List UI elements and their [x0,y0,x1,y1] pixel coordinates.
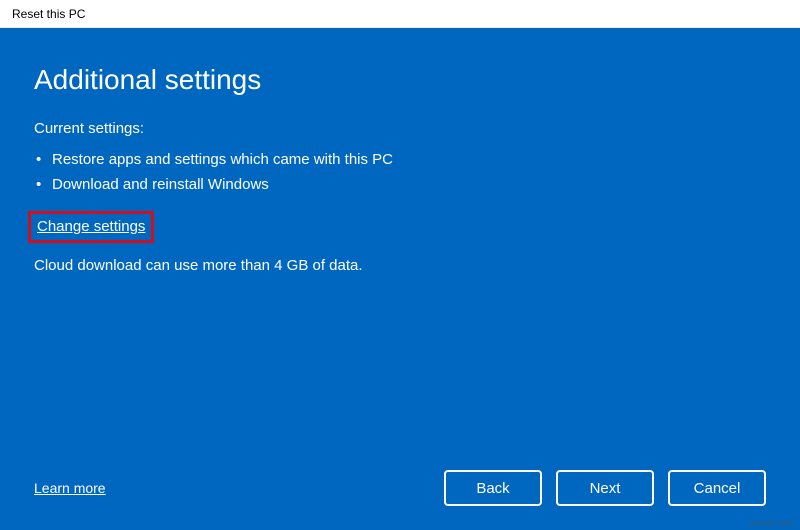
footer: Learn more Back Next Cancel [34,460,766,506]
change-settings-link[interactable]: Change settings [37,218,145,235]
reset-pc-window: Reset this PC Additional settings Curren… [0,0,800,530]
titlebar: Reset this PC [0,0,800,28]
back-button[interactable]: Back [444,470,542,506]
next-button[interactable]: Next [556,470,654,506]
settings-bullet-list: Restore apps and settings which came wit… [34,147,766,197]
button-row: Back Next Cancel [444,470,766,506]
window-title: Reset this PC [12,7,85,21]
change-settings-wrap: Change settings [28,211,154,243]
watermark: wsxdn.com [749,518,794,528]
page-heading: Additional settings [34,64,766,96]
content-area: Additional settings Current settings: Re… [0,28,800,530]
learn-more-link[interactable]: Learn more [34,480,106,496]
cloud-download-info: Cloud download can use more than 4 GB of… [34,257,766,274]
list-item: Download and reinstall Windows [34,172,766,197]
current-settings-label: Current settings: [34,120,766,137]
change-settings-highlight: Change settings [34,211,766,253]
cancel-button[interactable]: Cancel [668,470,766,506]
list-item: Restore apps and settings which came wit… [34,147,766,172]
